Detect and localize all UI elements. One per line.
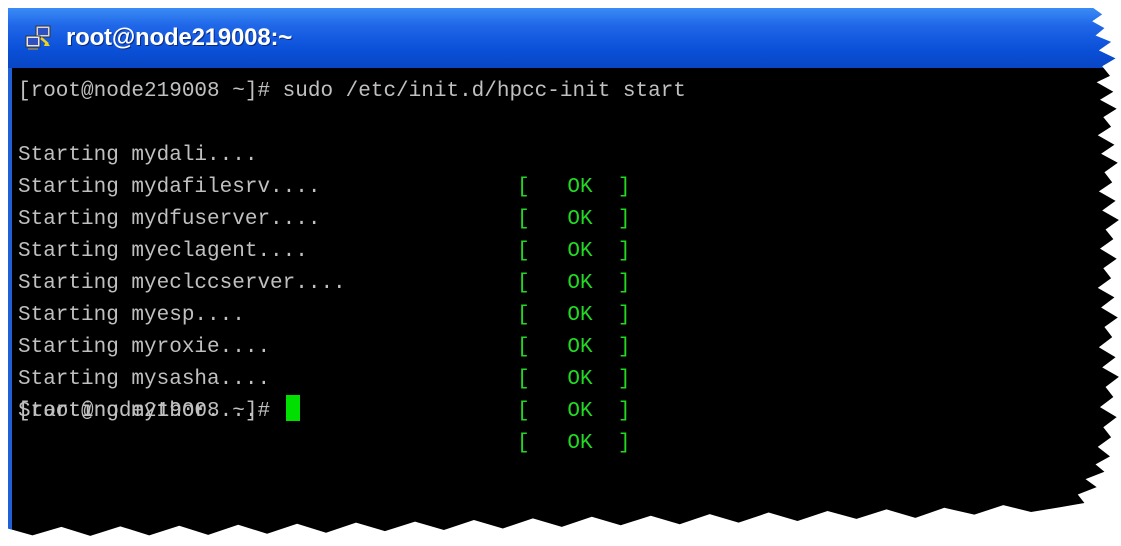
- text-cursor: [286, 395, 301, 422]
- service-line: Starting mydali.... [ OK ]: [18, 108, 1119, 199]
- service-line: Starting myesp.... [ OK ]: [18, 268, 1119, 359]
- ok-status: [ OK ]: [517, 432, 631, 455]
- command-line: [root@node219008 ~]# sudo /etc/init.d/hp…: [18, 80, 686, 103]
- prompt-text: [root@node219008 ~]#: [18, 400, 271, 423]
- service-line: Starting myeclagent.... [ OK ]: [18, 204, 1119, 295]
- putty-computers-icon[interactable]: [24, 24, 54, 52]
- service-line: Starting mysasha.... [ OK ]: [18, 332, 1119, 423]
- service-line: Starting myroxie.... [ OK ]: [18, 300, 1119, 391]
- service-line: Starting mydafilesrv.... [ OK ]: [18, 140, 1119, 231]
- terminal-output[interactable]: [root@node219008 ~]# sudo /etc/init.d/hp…: [8, 68, 1119, 536]
- service-line: Starting myeclccserver.... [ OK ]: [18, 236, 1119, 327]
- service-line: Starting mythor.... [ OK ]: [18, 364, 1119, 455]
- title-bar[interactable]: root@node219008:~: [8, 8, 1119, 68]
- service-line: Starting mydfuserver.... [ OK ]: [18, 172, 1119, 263]
- terminal-window: root@node219008:~ [root@node219008 ~]# s…: [8, 8, 1119, 536]
- window-title: root@node219008:~: [66, 24, 293, 51]
- prompt-line[interactable]: [root@node219008 ~]#: [18, 395, 1119, 428]
